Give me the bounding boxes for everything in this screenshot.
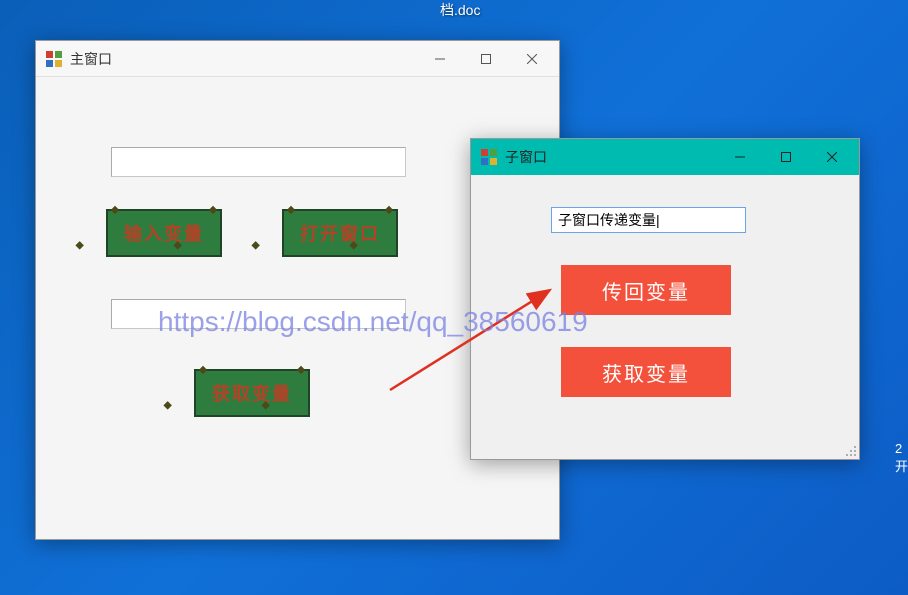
close-button[interactable] — [809, 141, 855, 173]
main-input-1[interactable] — [111, 147, 406, 177]
desktop-file-label: 档.doc — [440, 0, 480, 20]
main-window-title: 主窗口 — [70, 49, 417, 69]
child-input[interactable] — [551, 207, 746, 233]
app-icon — [46, 51, 62, 67]
child-client-area: 传回变量 获取变量 — [471, 175, 859, 459]
main-input-2[interactable] — [111, 299, 406, 329]
child-window-title: 子窗口 — [505, 147, 717, 167]
main-titlebar[interactable]: 主窗口 — [36, 41, 559, 77]
minimize-button[interactable] — [417, 43, 463, 75]
minimize-button[interactable] — [717, 141, 763, 173]
resize-grip-icon[interactable] — [843, 443, 857, 457]
app-icon — [481, 149, 497, 165]
maximize-button[interactable] — [763, 141, 809, 173]
close-button[interactable] — [509, 43, 555, 75]
open-window-button[interactable]: 打开窗口 — [282, 209, 398, 257]
input-variable-button[interactable]: 输入变量 — [106, 209, 222, 257]
child-get-variable-button[interactable]: 获取变量 — [561, 347, 731, 397]
child-titlebar[interactable]: 子窗口 — [471, 139, 859, 175]
main-window-controls — [417, 43, 555, 75]
return-variable-button[interactable]: 传回变量 — [561, 265, 731, 315]
get-variable-button[interactable]: 获取变量 — [194, 369, 310, 417]
child-window-controls — [717, 141, 855, 173]
desktop-right-partial: 2 开 — [895, 440, 908, 476]
child-window: 子窗口 传回变量 获取变量 — [470, 138, 860, 460]
maximize-button[interactable] — [463, 43, 509, 75]
